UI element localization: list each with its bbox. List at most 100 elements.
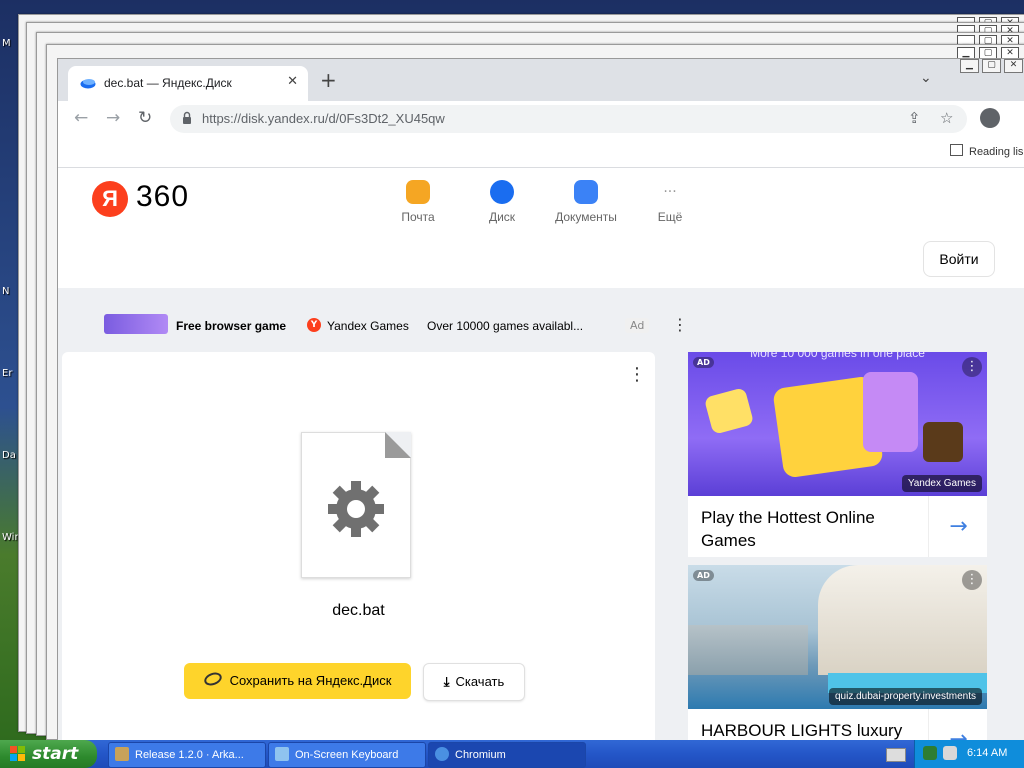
close-tab-icon[interactable]: ✕	[287, 74, 298, 89]
file-name: dec.bat	[332, 602, 385, 619]
ad-brand: Yandex Games	[327, 319, 409, 333]
disk-icon	[202, 670, 224, 688]
ad-headline: HARBOUR LIGHTS luxury apartments in Duba…	[701, 721, 903, 740]
service-label: Ещё	[657, 210, 683, 224]
bookmark-star-icon[interactable]: ☆	[940, 109, 953, 127]
task-label: Chromium	[455, 749, 506, 761]
new-tab-button[interactable]: +	[320, 68, 337, 92]
window-controls: ▁ ▢ ✕	[960, 59, 1023, 73]
emoji-cube-image	[703, 387, 755, 435]
ad-more-icon[interactable]: ⋮	[672, 315, 688, 334]
yandex-disk-favicon-icon	[80, 79, 96, 89]
gear-icon	[328, 481, 384, 537]
reading-list-icon	[950, 144, 963, 156]
keyboard-icon	[275, 747, 289, 761]
ad-tag: AD	[693, 357, 714, 368]
keyboard-tray-icon[interactable]	[886, 748, 906, 762]
taskbar-item-release[interactable]: Release 1.2.0 · Arka...	[108, 742, 266, 768]
ad-label: Ad	[625, 318, 650, 333]
city-skyline-image	[688, 625, 808, 675]
reading-list-button[interactable]: Reading lis	[950, 144, 1023, 158]
ad-more-icon[interactable]: ⋮	[962, 357, 982, 377]
tab-title: dec.bat — Яндекс.Диск	[104, 76, 232, 90]
download-icon: ⤓	[443, 674, 450, 689]
reload-button[interactable]: ↻	[138, 108, 152, 128]
arrow-right-icon[interactable]: →	[928, 496, 988, 557]
bookmarks-bar: Reading lis	[58, 137, 1024, 168]
app-icon	[115, 747, 129, 761]
login-button[interactable]: Войти	[923, 241, 995, 277]
ad-image: More 10 000 games in one place AD ⋮ Yand…	[688, 352, 987, 496]
top-ad-bar[interactable]: Free browser game Y Yandex Games Over 10…	[58, 312, 688, 340]
desktop-icon-label[interactable]: Da	[2, 450, 16, 461]
restore-button[interactable]: ▢	[982, 59, 1001, 73]
yandex-games-icon: Y	[307, 318, 321, 332]
forward-button[interactable]: →	[106, 108, 120, 128]
download-button[interactable]: ⤓ Скачать	[423, 663, 525, 701]
download-label: Скачать	[455, 674, 505, 689]
ad-more-icon[interactable]: ⋮	[962, 570, 982, 590]
file-document-icon	[301, 432, 411, 578]
volume-tray-icon[interactable]	[943, 746, 957, 760]
domino-image	[923, 422, 963, 462]
yandex-header: Я 360 Почта Диск Документы ··· Ещё	[58, 168, 1024, 288]
page-content: Я 360 Почта Диск Документы ··· Ещё Войти…	[58, 168, 1024, 741]
service-label: Документы	[555, 210, 617, 224]
minimize-button[interactable]: ▁	[960, 59, 979, 73]
service-label: Почта	[401, 210, 435, 224]
more-dots-icon: ···	[663, 184, 677, 200]
back-button[interactable]: ←	[74, 108, 88, 128]
service-disk[interactable]: Диск	[462, 180, 542, 224]
profile-icon[interactable]	[980, 108, 1000, 128]
ad-source: Yandex Games	[901, 475, 982, 492]
browser-toolbar: ← → ↻ https://disk.yandex.ru/d/0Fs3Dt2_X…	[58, 101, 1024, 137]
ad-image: AD ⋮ quiz.dubai-property.investments	[688, 565, 987, 709]
service-mail[interactable]: Почта	[378, 180, 458, 224]
arrow-right-icon[interactable]: →	[928, 709, 988, 741]
ad-banner-text: More 10 000 games in one place	[750, 352, 925, 360]
browser-window: dec.bat — Яндекс.Диск ✕ + ⌄ ▁ ▢ ✕ ← → ↻ …	[57, 58, 1024, 741]
desktop-icon-label[interactable]: Er	[2, 368, 12, 379]
documents-icon	[574, 180, 598, 204]
service-more[interactable]: ··· Ещё	[630, 180, 710, 224]
task-label: Release 1.2.0 · Arka...	[135, 749, 244, 761]
service-documents[interactable]: Документы	[546, 180, 626, 224]
lock-icon[interactable]	[182, 111, 192, 125]
page-fold	[385, 432, 411, 458]
mail-icon	[406, 180, 430, 204]
clock[interactable]: 6:14 AM	[967, 747, 1007, 759]
save-label: Сохранить на Яндекс.Диск	[229, 673, 392, 688]
address-bar[interactable]: https://disk.yandex.ru/d/0Fs3Dt2_XU45qw …	[170, 105, 967, 133]
ad-description: Over 10000 games availabl...	[427, 319, 584, 333]
task-label: On-Screen Keyboard	[295, 749, 399, 761]
file-card: ⋮ dec.bat Сохранить на Яндекс.Диск ⤓ Ска…	[62, 352, 655, 741]
ad-source: quiz.dubai-property.investments	[829, 688, 982, 705]
ad-thumbnail	[104, 314, 168, 334]
desktop-icon-label[interactable]: M	[2, 38, 11, 49]
ad-card-games[interactable]: More 10 000 games in one place AD ⋮ Yand…	[688, 352, 987, 557]
taskbar-item-chromium[interactable]: Chromium	[428, 742, 586, 768]
windows-logo-icon	[10, 746, 25, 761]
start-button[interactable]: start	[0, 740, 97, 768]
file-more-icon[interactable]: ⋮	[628, 364, 646, 385]
security-tray-icon[interactable]	[923, 746, 937, 760]
reading-list-label: Reading lis	[969, 146, 1024, 158]
desktop-icon-label[interactable]: N	[2, 286, 9, 297]
service-label: Диск	[488, 210, 516, 224]
close-window-button[interactable]: ✕	[1004, 59, 1023, 73]
share-icon[interactable]: ⇪	[908, 109, 921, 127]
taskbar-item-keyboard[interactable]: On-Screen Keyboard	[268, 742, 426, 768]
url-text[interactable]: https://disk.yandex.ru/d/0Fs3Dt2_XU45qw	[202, 111, 445, 126]
tab-search-icon[interactable]: ⌄	[920, 70, 932, 86]
ad-title: Free browser game	[176, 319, 287, 333]
save-to-disk-button[interactable]: Сохранить на Яндекс.Диск	[184, 663, 411, 699]
yandex-logo-icon[interactable]: Я	[92, 181, 128, 217]
browser-menu-icon[interactable]: ⋮	[1018, 107, 1024, 126]
chromium-icon	[435, 747, 449, 761]
browser-tab[interactable]: dec.bat — Яндекс.Диск ✕	[68, 66, 308, 101]
start-label: start	[32, 744, 79, 764]
ad-card-dubai[interactable]: AD ⋮ quiz.dubai-property.investments HAR…	[688, 565, 987, 741]
tab-strip: dec.bat — Яндекс.Диск ✕ + ⌄ ▁ ▢ ✕	[58, 59, 1024, 101]
ad-headline: Play the Hottest Online Games	[701, 508, 875, 550]
yandex-360-logo[interactable]: 360	[136, 180, 189, 214]
